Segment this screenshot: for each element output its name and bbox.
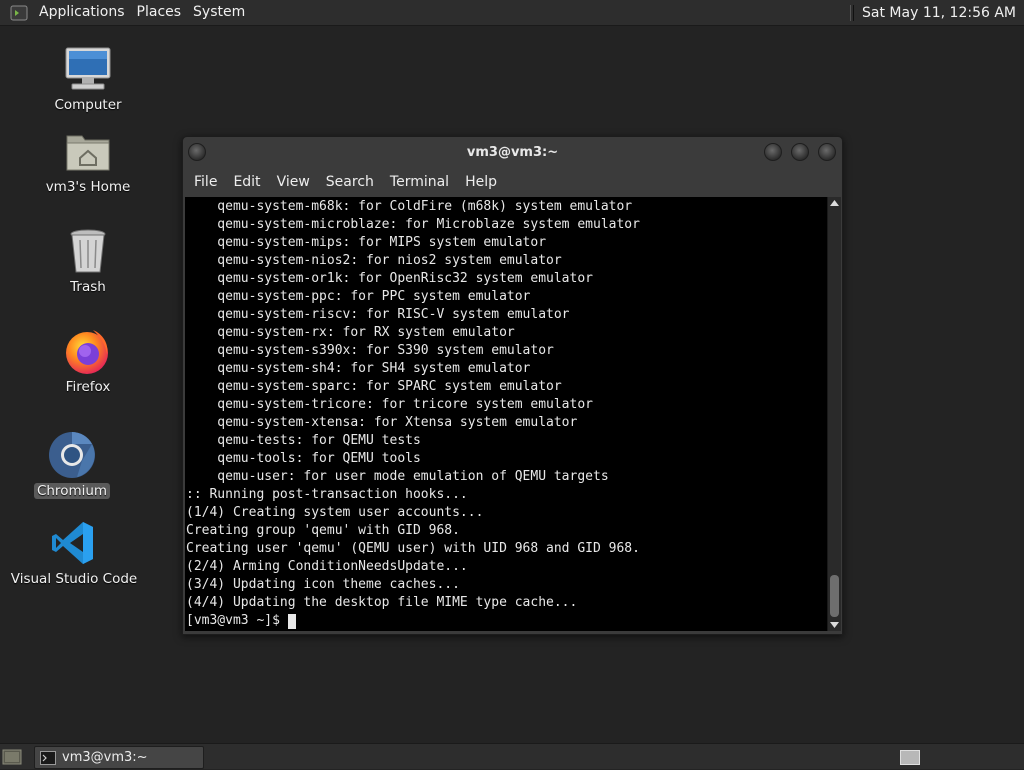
menu-places[interactable]: Places <box>131 0 188 25</box>
terminal-line: qemu-tests: for QEMU tests <box>186 433 421 448</box>
terminal-line: qemu-system-nios2: for nios2 system emul… <box>186 253 562 268</box>
terminal-line: qemu-user: for user mode emulation of QE… <box>186 469 609 484</box>
terminal-line: qemu-system-tricore: for tricore system … <box>186 397 593 412</box>
terminal-prompt: [vm3@vm3 ~]$ <box>186 613 288 628</box>
scroll-down-icon[interactable] <box>828 619 841 631</box>
desktop-icon-label: Chromium <box>33 483 111 499</box>
terminal-prompt-row[interactable]: [vm3@vm3 ~]$ <box>186 612 827 630</box>
terminal-line: qemu-system-or1k: for OpenRisc32 system … <box>186 271 593 286</box>
desktop-icon-chromium[interactable]: Chromium <box>33 430 111 499</box>
terminal-line: qemu-system-sh4: for SH4 system emulator <box>186 361 531 376</box>
applications-menu-icon[interactable] <box>9 3 29 23</box>
window-titlebar[interactable]: vm3@vm3:~ <box>183 137 842 167</box>
desktop-icon-label: Firefox <box>65 379 111 395</box>
terminal-line: qemu-system-sparc: for SPARC system emul… <box>186 379 562 394</box>
chromium-icon <box>47 430 97 480</box>
menu-help[interactable]: Help <box>457 169 505 195</box>
terminal-line: (3/4) Updating icon theme caches... <box>186 577 460 592</box>
terminal-line: (4/4) Updating the desktop file MIME typ… <box>186 595 578 610</box>
terminal-output[interactable]: qemu-system-m68k: for ColdFire (m68k) sy… <box>185 197 827 631</box>
scroll-thumb[interactable] <box>830 575 839 617</box>
menu-system[interactable]: System <box>187 0 251 25</box>
show-desktop-icon[interactable] <box>2 748 22 766</box>
desktop-icon-vscode[interactable]: Visual Studio Code <box>11 518 137 587</box>
close-icon[interactable] <box>818 143 836 161</box>
maximize-icon[interactable] <box>791 143 809 161</box>
terminal-line: qemu-system-m68k: for ColdFire (m68k) sy… <box>186 199 633 214</box>
window-title: vm3@vm3:~ <box>466 144 559 160</box>
terminal-line: qemu-system-rx: for RX system emulator <box>186 325 515 340</box>
menu-search[interactable]: Search <box>318 169 382 195</box>
minimize-icon[interactable] <box>764 143 782 161</box>
firefox-icon <box>63 326 113 376</box>
menu-file[interactable]: File <box>183 169 225 195</box>
terminal-line: (1/4) Creating system user accounts... <box>186 505 484 520</box>
terminal-menubar: File Edit View Search Terminal Help <box>183 169 842 195</box>
menu-view[interactable]: View <box>269 169 318 195</box>
scroll-up-icon[interactable] <box>828 197 841 209</box>
terminal-line: qemu-system-mips: for MIPS system emulat… <box>186 235 547 250</box>
terminal-line: Creating user 'qemu' (QEMU user) with UI… <box>186 541 640 556</box>
terminal-line: qemu-system-ppc: for PPC system emulator <box>186 289 531 304</box>
trash-icon <box>63 226 113 276</box>
workspace-switcher[interactable] <box>900 750 920 765</box>
terminal-window[interactable]: vm3@vm3:~ File Edit View Search Terminal… <box>182 136 843 635</box>
desktop-icon-trash[interactable]: Trash <box>52 226 124 295</box>
terminal-line: :: Running post-transaction hooks... <box>186 487 468 502</box>
terminal-line: qemu-system-xtensa: for Xtensa system em… <box>186 415 578 430</box>
top-panel: Applications Places System Sat May 11, 1… <box>0 0 1024 26</box>
terminal-line: qemu-system-riscv: for RISC-V system emu… <box>186 307 570 322</box>
menu-terminal[interactable]: Terminal <box>382 169 457 195</box>
terminal-line: qemu-tools: for QEMU tools <box>186 451 421 466</box>
menu-applications[interactable]: Applications <box>33 0 131 25</box>
vscode-icon <box>49 518 99 568</box>
taskbar-item-label: vm3@vm3:~ <box>62 750 148 765</box>
home-folder-icon <box>63 126 113 176</box>
window-menu-icon[interactable] <box>188 143 206 161</box>
desktop-icon-firefox[interactable]: Firefox <box>52 326 124 395</box>
terminal-line: qemu-system-microblaze: for Microblaze s… <box>186 217 640 232</box>
menu-edit[interactable]: Edit <box>225 169 268 195</box>
taskbar-item-terminal[interactable]: vm3@vm3:~ <box>34 746 204 769</box>
clock[interactable]: Sat May 11, 12:56 AM <box>862 5 1024 21</box>
terminal-scrollbar[interactable] <box>827 197 841 631</box>
desktop-icon-home[interactable]: vm3's Home <box>43 126 133 195</box>
terminal-icon <box>40 750 56 765</box>
computer-icon <box>63 44 113 94</box>
text-cursor <box>287 613 296 629</box>
desktop-icon-label: Visual Studio Code <box>10 571 138 587</box>
terminal-line: (2/4) Arming ConditionNeedsUpdate... <box>186 559 468 574</box>
panel-separator <box>850 4 855 21</box>
terminal-line: Creating group 'qemu' with GID 968. <box>186 523 460 538</box>
desktop-icon-label: Computer <box>54 97 122 113</box>
desktop-icon-computer[interactable]: Computer <box>52 44 124 113</box>
bottom-panel: vm3@vm3:~ <box>0 743 1024 769</box>
desktop-icon-label: Trash <box>70 279 106 295</box>
terminal-line: qemu-system-s390x: for S390 system emula… <box>186 343 554 358</box>
desktop-icon-label: vm3's Home <box>45 179 131 195</box>
